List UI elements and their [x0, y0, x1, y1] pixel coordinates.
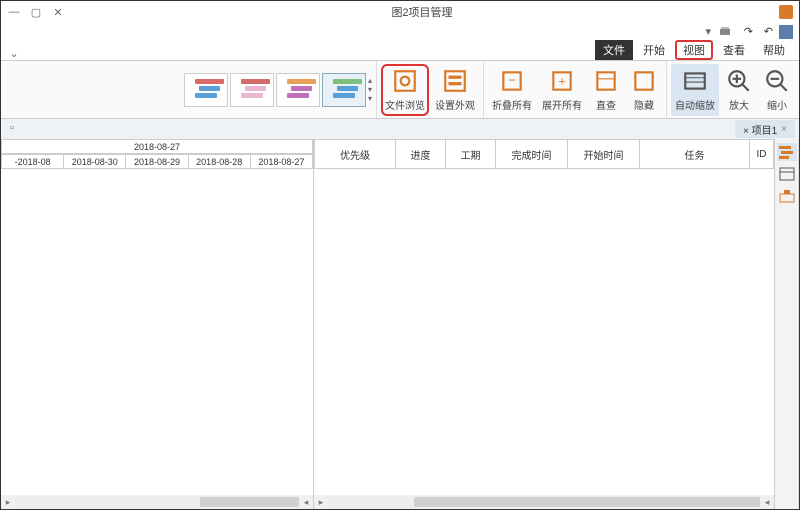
hide-button[interactable]: 隐藏 — [626, 64, 662, 116]
auto-zoom-icon — [681, 67, 709, 95]
scroll-right-icon[interactable]: ▸ — [314, 497, 328, 508]
gantt-week-label: 2018-08-27 — [1, 139, 313, 154]
auto-zoom-button[interactable]: 自动缩放 — [671, 64, 719, 116]
collapse-all-icon: − — [498, 67, 526, 95]
tab-view[interactable]: 视图 — [675, 40, 713, 60]
tab-start[interactable]: 开始 — [635, 40, 673, 60]
zoom-out-icon — [763, 67, 791, 95]
lookup-button[interactable]: 直查 — [588, 64, 624, 116]
ribbon-group-zoom: 缩小 放大 自动缩放 — [667, 61, 799, 118]
gantt-pane: 2018-08-27 2018-08-272018-08-282018-08-2… — [1, 139, 314, 509]
sidetool-resource[interactable] — [777, 187, 797, 205]
tab-help[interactable]: 帮助 — [755, 40, 793, 60]
zoom-in-icon — [725, 67, 753, 95]
ribbon-group-styles: ▴▾▾ — [180, 61, 377, 118]
hide-icon — [630, 67, 658, 95]
document-tab-label: 项目1 × — [743, 122, 777, 137]
undo-icon[interactable]: ↶ — [759, 25, 773, 39]
maximize-button[interactable]: ▢ — [29, 5, 43, 19]
document-tab[interactable]: × 项目1 × — [735, 120, 795, 138]
table-header-cell[interactable]: 进度 — [396, 139, 446, 169]
zoom-out-button[interactable]: 缩小 — [759, 64, 795, 116]
task-table-pane: ID任务开始时间完成时间工期进度优先级 ◂ ▸ — [314, 139, 775, 509]
redo-icon[interactable]: ↷ — [739, 25, 753, 39]
ribbon-collapse-icon[interactable]: ⌄ — [7, 47, 21, 60]
quick-access-more-icon[interactable]: ▾ — [697, 25, 711, 39]
tab-view2[interactable]: 查看 — [715, 40, 753, 60]
gantt-day-cell: 2018-08-29 — [126, 154, 188, 169]
app-logo-icon — [779, 5, 793, 19]
table-header-cell[interactable]: 开始时间 — [568, 139, 640, 169]
svg-text:−: − — [508, 72, 516, 87]
style-thumb-1[interactable] — [322, 73, 366, 107]
save-icon[interactable] — [779, 25, 793, 39]
table-header: ID任务开始时间完成时间工期进度优先级 — [314, 139, 774, 169]
table-header-cell[interactable]: ID — [750, 139, 774, 169]
scroll-right-icon[interactable]: ▸ — [1, 497, 15, 508]
window-controls: — ▢ ✕ — [7, 5, 65, 19]
sidetool-gantt[interactable] — [777, 143, 797, 161]
side-toolbar — [775, 139, 799, 509]
appearance-settings-button[interactable]: 设置外观 — [431, 64, 479, 116]
table-body[interactable] — [314, 169, 774, 495]
style-thumb-4[interactable] — [184, 73, 228, 107]
ribbon: 缩小 放大 自动缩放 隐藏 直查 + 展开所有 − 折叠所有 — [1, 61, 799, 119]
collapse-all-button[interactable]: − 折叠所有 — [488, 64, 536, 116]
zoom-in-button[interactable]: 放大 — [721, 64, 757, 116]
table-hscroll[interactable]: ◂ ▸ — [314, 495, 774, 509]
scroll-left-icon[interactable]: ◂ — [299, 497, 313, 508]
style-gallery-scroll[interactable]: ▴▾▾ — [368, 76, 372, 103]
gantt-header: 2018-08-27 2018-08-272018-08-282018-08-2… — [1, 139, 313, 169]
gantt-hscroll[interactable]: ◂ ▸ — [1, 495, 313, 509]
main-area: ID任务开始时间完成时间工期进度优先级 ◂ ▸ 2018-08-27 2018-… — [1, 139, 799, 509]
tab-file[interactable]: 文件 — [595, 40, 633, 60]
expand-all-icon: + — [548, 67, 576, 95]
window-title: 图2项目管理 — [71, 4, 773, 20]
gantt-body[interactable] — [1, 169, 313, 495]
gantt-day-cell: 2018-08-28 — [189, 154, 251, 169]
print-icon[interactable] — [717, 25, 733, 39]
minimize-button[interactable]: — — [7, 5, 21, 19]
title-bar: 图2项目管理 — ▢ ✕ — [1, 1, 799, 23]
close-button[interactable]: ✕ — [51, 5, 65, 19]
table-header-cell[interactable]: 任务 — [640, 139, 750, 169]
table-header-cell[interactable]: 完成时间 — [496, 139, 568, 169]
scroll-left-icon[interactable]: ◂ — [760, 497, 774, 508]
ribbon-group-outline: 隐藏 直查 + 展开所有 − 折叠所有 — [484, 61, 667, 118]
appearance-settings-icon — [441, 67, 469, 95]
close-tab-icon[interactable]: × — [781, 124, 787, 135]
table-header-cell[interactable]: 工期 — [446, 139, 496, 169]
sidetool-calendar[interactable] — [777, 165, 797, 183]
ribbon-group-settings: 设置外观 文件浏览 — [377, 61, 484, 118]
file-browse-icon — [391, 67, 419, 95]
document-tab-strip: × 项目1 × ▫ — [1, 119, 799, 139]
gantt-day-cell: 2018-08-27 — [251, 154, 313, 169]
tabstrip-menu-icon[interactable]: ▫ — [5, 122, 19, 136]
expand-all-button[interactable]: + 展开所有 — [538, 64, 586, 116]
gantt-day-cell: 2018-08- — [1, 154, 64, 169]
table-header-cell[interactable]: 优先级 — [314, 139, 396, 169]
menu-tabs: 帮助 查看 视图 开始 文件 ⌄ — [1, 41, 799, 61]
svg-text:+: + — [558, 73, 566, 88]
gantt-day-cell: 2018-08-30 — [64, 154, 126, 169]
quick-access-toolbar: ↶ ↷ ▾ — [1, 23, 799, 41]
lookup-icon — [592, 67, 620, 95]
style-thumb-2[interactable] — [276, 73, 320, 107]
file-browse-button[interactable]: 文件浏览 — [381, 64, 429, 116]
style-thumb-3[interactable] — [230, 73, 274, 107]
